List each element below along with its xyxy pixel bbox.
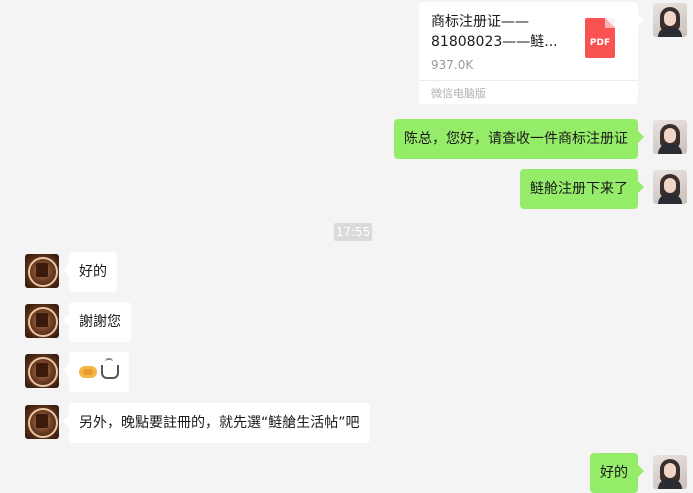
my-avatar[interactable] xyxy=(653,170,687,204)
contact-avatar[interactable] xyxy=(25,405,59,439)
file-name-line2: 81808023——鲢... xyxy=(431,34,558,50)
outgoing-message[interactable]: 鲢舱注册下来了 xyxy=(520,169,644,209)
pdf-icon-label: PDF xyxy=(589,38,611,48)
incoming-message[interactable]: 另外，晚點要註冊的，就先選“鲢艙生活帖”吧 xyxy=(63,403,370,443)
hot-beverage-emoji xyxy=(101,358,119,379)
file-message-card[interactable]: 商标注册证—— 81808023——鲢... PDF 937.0K 微信电脑版 xyxy=(419,2,644,104)
file-source-label: 微信电脑版 xyxy=(431,87,486,100)
contact-avatar[interactable] xyxy=(25,304,59,338)
outgoing-message[interactable]: 好的 xyxy=(590,453,644,493)
my-avatar[interactable] xyxy=(653,120,687,154)
pdf-file-icon: PDF xyxy=(585,18,615,58)
contact-avatar[interactable] xyxy=(25,354,59,388)
my-avatar[interactable] xyxy=(653,3,687,37)
file-name-line1: 商标注册证—— xyxy=(431,14,529,30)
incoming-emoji-message[interactable] xyxy=(63,352,129,392)
file-size: 937.0K xyxy=(431,58,474,72)
incoming-message[interactable]: 謝謝您 xyxy=(63,302,131,342)
message-timestamp: 17:55 xyxy=(334,223,372,241)
file-name: 商标注册证—— 81808023——鲢... xyxy=(431,12,571,52)
handshake-emoji xyxy=(79,366,97,378)
incoming-message[interactable]: 好的 xyxy=(63,252,117,292)
my-avatar[interactable] xyxy=(653,455,687,489)
contact-avatar[interactable] xyxy=(25,254,59,288)
file-card-divider xyxy=(419,80,638,81)
outgoing-message[interactable]: 陈总，您好，请查收一件商标注册证 xyxy=(394,119,644,159)
